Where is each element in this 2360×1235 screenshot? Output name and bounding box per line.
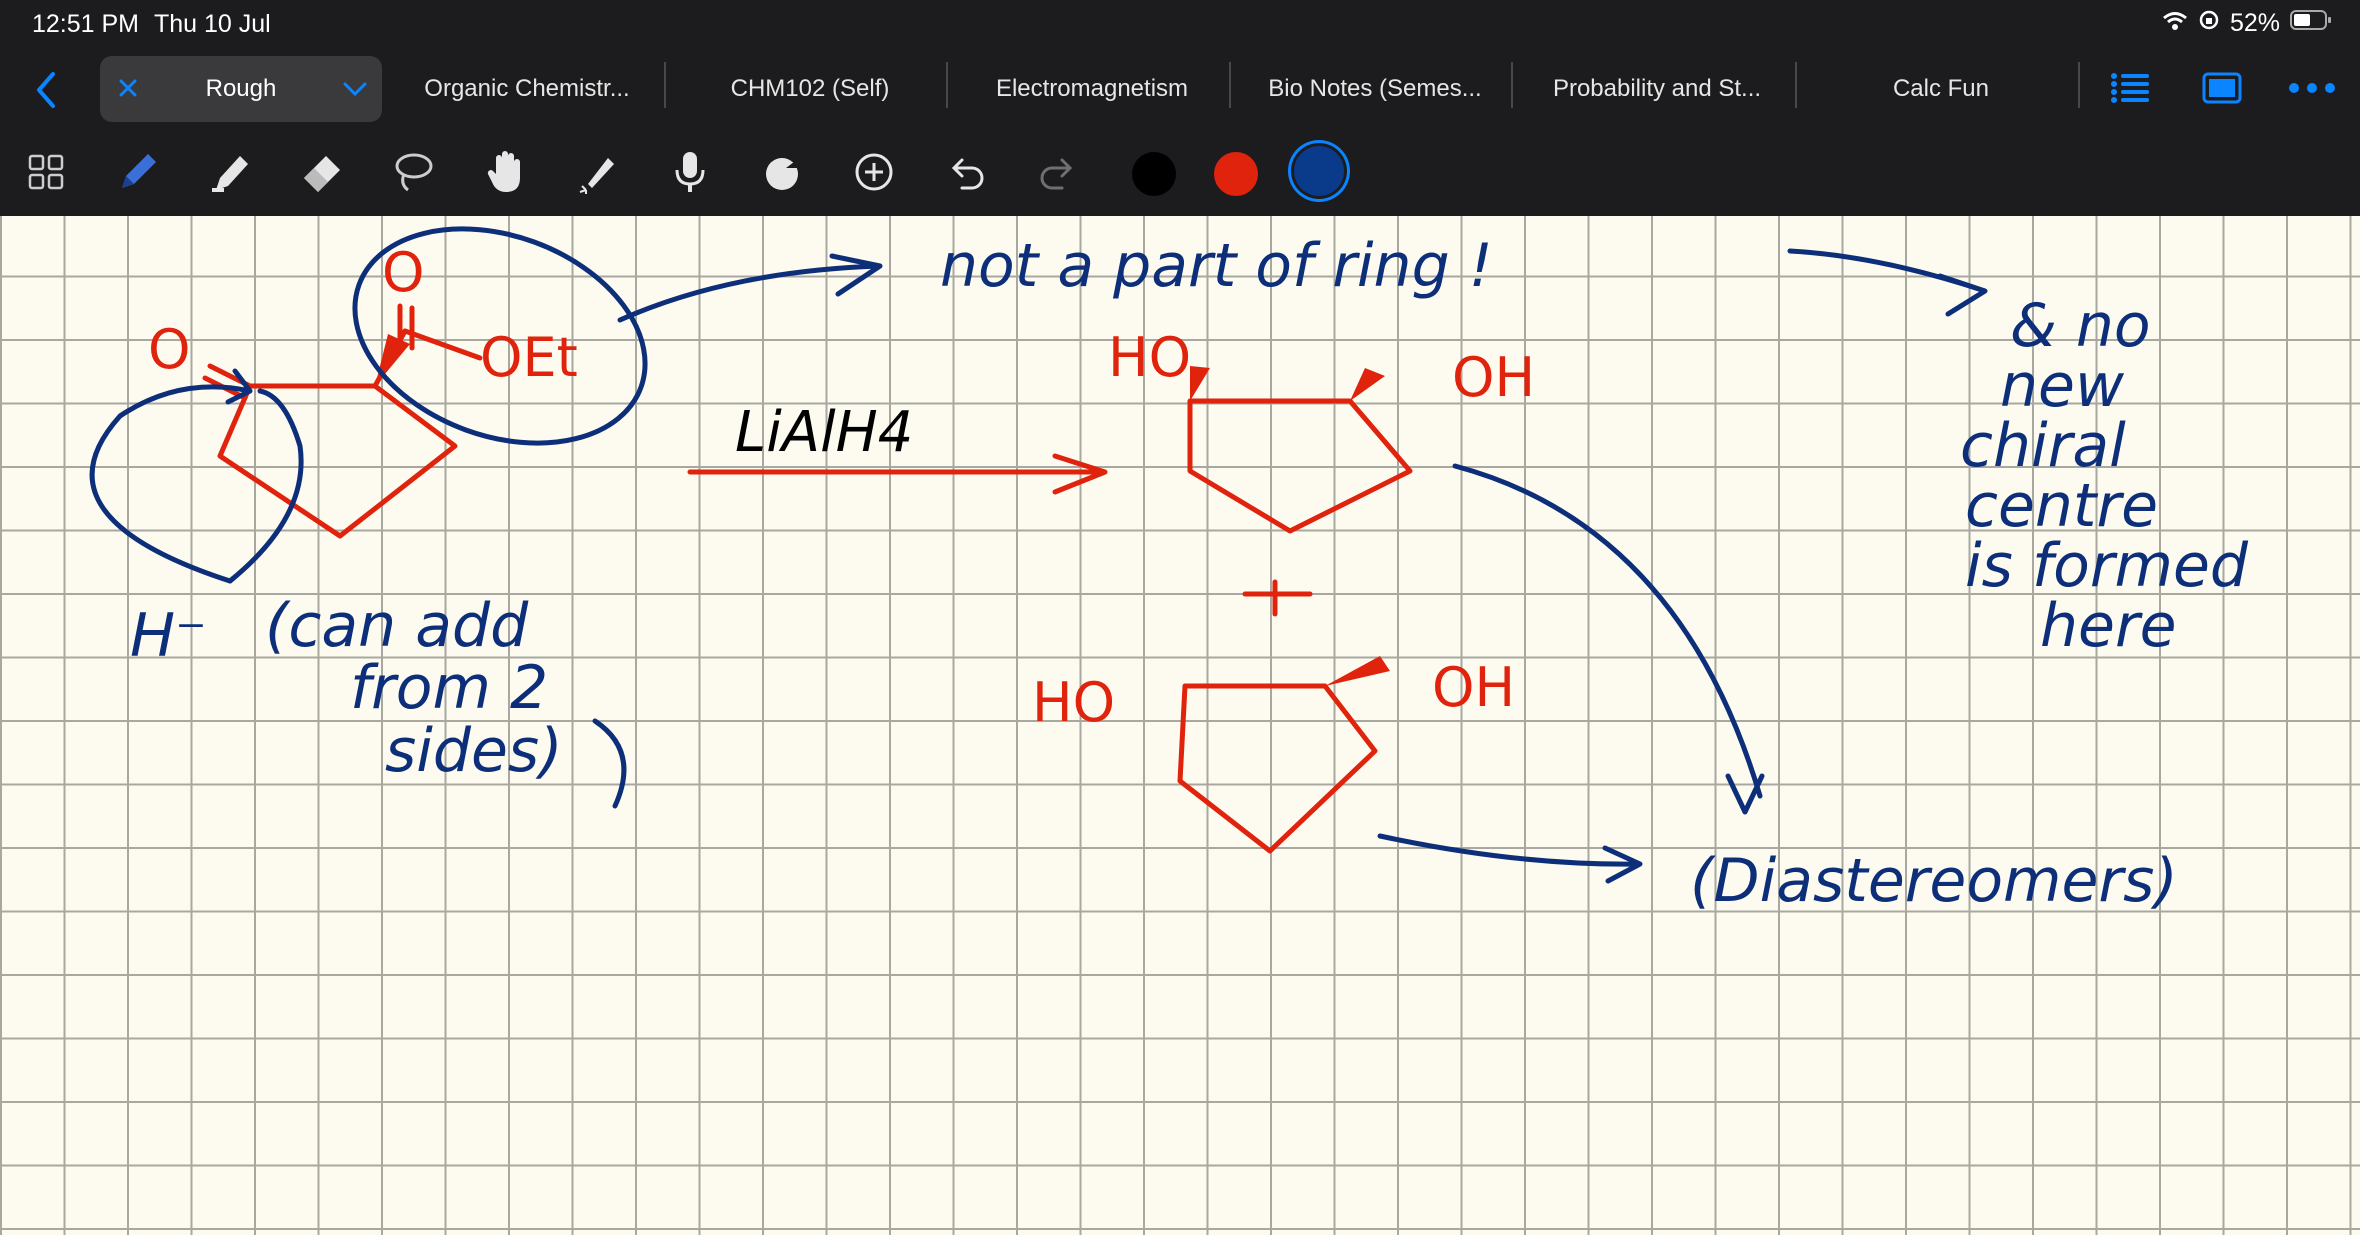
chevron-down-icon[interactable] [342, 78, 368, 107]
hydroxyl-label: HO [1032, 671, 1115, 734]
status-bar: 12:51 PM Thu 10 Jul 52% [0, 0, 2360, 48]
ring-note: not a part of ring ! [940, 231, 1493, 301]
undo-icon[interactable] [940, 146, 992, 198]
tab-label: Calc Fun [1892, 75, 1990, 102]
add-note-line: (can add [265, 591, 529, 661]
status-date: Thu 10 Jul [154, 10, 271, 38]
tab-electromagnetism[interactable]: Electromagnetism [952, 56, 1232, 122]
oxygen-label: O [148, 318, 191, 381]
close-icon[interactable] [116, 76, 140, 107]
highlighter-icon[interactable] [204, 146, 256, 198]
tab-label: Rough [205, 75, 277, 102]
tab-divider [946, 62, 948, 108]
tab-chm102[interactable]: CHM102 (Self) [670, 56, 950, 122]
pen-icon[interactable] [112, 146, 164, 198]
battery-icon [2290, 9, 2332, 38]
diastereomers-note: (Diastereomers) [1690, 846, 2178, 916]
lasso-icon[interactable] [388, 146, 440, 198]
tab-divider [664, 62, 666, 108]
note-canvas[interactable]: O O OEt HO OH HO OH not a part of ring !… [0, 216, 2360, 1235]
reaction-labels: LiAlH4 [735, 400, 913, 465]
black-color-swatch[interactable] [1132, 152, 1176, 196]
tab-probability[interactable]: Probability and St... [1517, 56, 1797, 122]
hydroxyl-label: HO [1108, 326, 1191, 389]
tool-bar [0, 128, 2360, 216]
annotation-strokes [89, 226, 1988, 884]
hydroxyl-label: OH [1432, 656, 1515, 719]
tab-label: CHM102 (Self) [730, 75, 890, 102]
microphone-icon[interactable] [664, 146, 716, 198]
tab-rough[interactable]: Rough [100, 56, 382, 122]
grid-icon[interactable] [20, 146, 72, 198]
orientation-lock-icon [2198, 9, 2220, 38]
eraser-icon[interactable] [296, 146, 348, 198]
add-icon[interactable] [848, 146, 900, 198]
tab-bio-notes[interactable]: Bio Notes (Semes... [1235, 56, 1515, 122]
hand-icon[interactable] [480, 146, 532, 198]
battery-percent: 52% [2229, 9, 2280, 37]
tab-bar: Rough Organic Chemistr... CHM102 (Self) … [0, 48, 2360, 128]
page-view-icon[interactable] [2196, 62, 2248, 114]
laser-pointer-icon[interactable] [572, 146, 624, 198]
outline-list-icon[interactable] [2104, 62, 2156, 114]
status-time: 12:51 PM [32, 10, 140, 38]
wifi-icon [2162, 9, 2188, 38]
status-indicators: 52% [2162, 9, 2332, 38]
tab-divider [1229, 62, 1231, 108]
ethoxy-label: OEt [480, 326, 578, 389]
red-color-swatch[interactable] [1214, 152, 1258, 196]
add-note-line: sides) [385, 716, 563, 786]
redo-icon[interactable] [1032, 146, 1084, 198]
ink-layer: O O OEt HO OH HO OH not a part of ring !… [89, 226, 2249, 916]
tab-label: Bio Notes (Semes... [1268, 75, 1482, 102]
chiral-note-line: here [2040, 591, 2177, 661]
shapes-icon[interactable] [756, 146, 808, 198]
tab-divider [1511, 62, 1513, 108]
add-note-line: from 2 [350, 653, 548, 723]
tab-label: Organic Chemistr... [424, 75, 630, 102]
tab-calc-fun[interactable]: Calc Fun [1801, 56, 2081, 122]
tab-label: Electromagnetism [995, 75, 1189, 102]
tab-divider [1795, 62, 1797, 108]
reagent-label: LiAlH4 [735, 400, 913, 465]
tab-organic-chemistry[interactable]: Organic Chemistr... [394, 56, 660, 122]
blue-color-swatch[interactable] [1294, 146, 1344, 196]
more-icon[interactable] [2286, 62, 2338, 114]
hydroxyl-label: OH [1452, 346, 1535, 409]
back-icon[interactable] [20, 64, 72, 116]
hydride-label: H⁻ [130, 601, 207, 671]
tab-divider [2078, 62, 2080, 108]
oxygen-label: O [382, 241, 425, 304]
tab-label: Probability and St... [1552, 75, 1762, 102]
